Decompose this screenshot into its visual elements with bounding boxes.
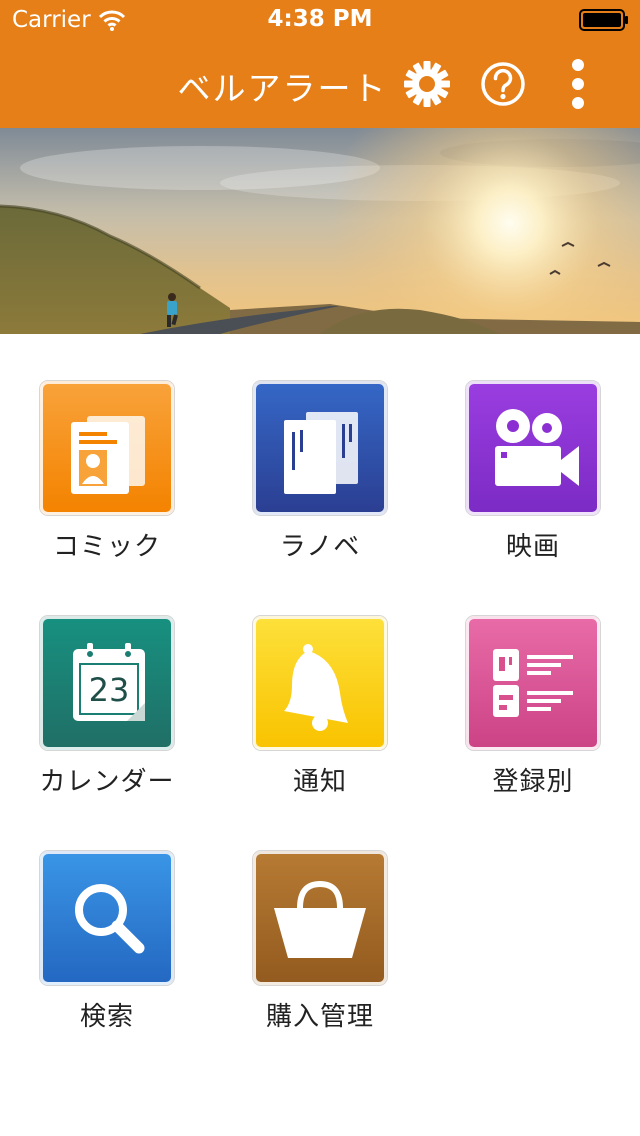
navigation-bar: ベルアラート bbox=[0, 40, 640, 128]
id-cards-icon bbox=[40, 381, 174, 515]
status-time: 4:38 PM bbox=[267, 6, 373, 32]
more-options-button[interactable] bbox=[552, 58, 604, 110]
menu-item-calendar[interactable]: 23 カレンダー bbox=[7, 569, 207, 797]
magnifier-icon bbox=[40, 851, 174, 985]
menu-label-search: 検索 bbox=[79, 1002, 134, 1032]
menu-label-movie: 映画 bbox=[505, 532, 560, 562]
menu-item-by-registration[interactable]: 登録別 bbox=[433, 569, 633, 797]
help-button[interactable] bbox=[477, 58, 529, 110]
app-title: ベルアラート bbox=[177, 69, 388, 108]
menu-item-comic[interactable]: コミック bbox=[7, 334, 207, 562]
calendar-icon: 23 bbox=[40, 616, 174, 750]
basket-icon bbox=[253, 851, 387, 985]
menu-label-purchase: 購入管理 bbox=[265, 1002, 374, 1032]
menu-label-comic: コミック bbox=[52, 532, 161, 562]
more-vertical-icon bbox=[572, 59, 584, 109]
help-icon bbox=[481, 62, 525, 106]
menu-item-search[interactable]: 検索 bbox=[7, 804, 207, 1032]
bell-icon bbox=[253, 616, 387, 750]
menu-item-movie[interactable]: 映画 bbox=[433, 334, 633, 562]
menu-grid: コミック ラノベ 映画 23 カレンダー 通知 登録別 検索 購入管理 bbox=[0, 334, 640, 1136]
banner-image bbox=[0, 128, 640, 334]
battery-icon bbox=[579, 9, 629, 31]
gear-icon bbox=[404, 61, 450, 107]
menu-label-notification: 通知 bbox=[292, 767, 347, 797]
app-header: Carrier 4:38 PM ベルアラート bbox=[0, 0, 640, 128]
list-icon bbox=[466, 616, 600, 750]
menu-item-notification[interactable]: 通知 bbox=[220, 569, 420, 797]
movie-camera-icon bbox=[466, 381, 600, 515]
menu-label-by-registration: 登録別 bbox=[492, 767, 574, 797]
menu-label-calendar: カレンダー bbox=[39, 767, 175, 797]
menu-item-purchase[interactable]: 購入管理 bbox=[220, 804, 420, 1032]
status-bar: Carrier 4:38 PM bbox=[0, 0, 640, 40]
calendar-day-number: 23 bbox=[88, 671, 130, 709]
menu-item-lightnovel[interactable]: ラノベ bbox=[220, 334, 420, 562]
books-icon bbox=[253, 381, 387, 515]
settings-button[interactable] bbox=[401, 58, 453, 110]
menu-label-lightnovel: ラノベ bbox=[279, 532, 361, 562]
